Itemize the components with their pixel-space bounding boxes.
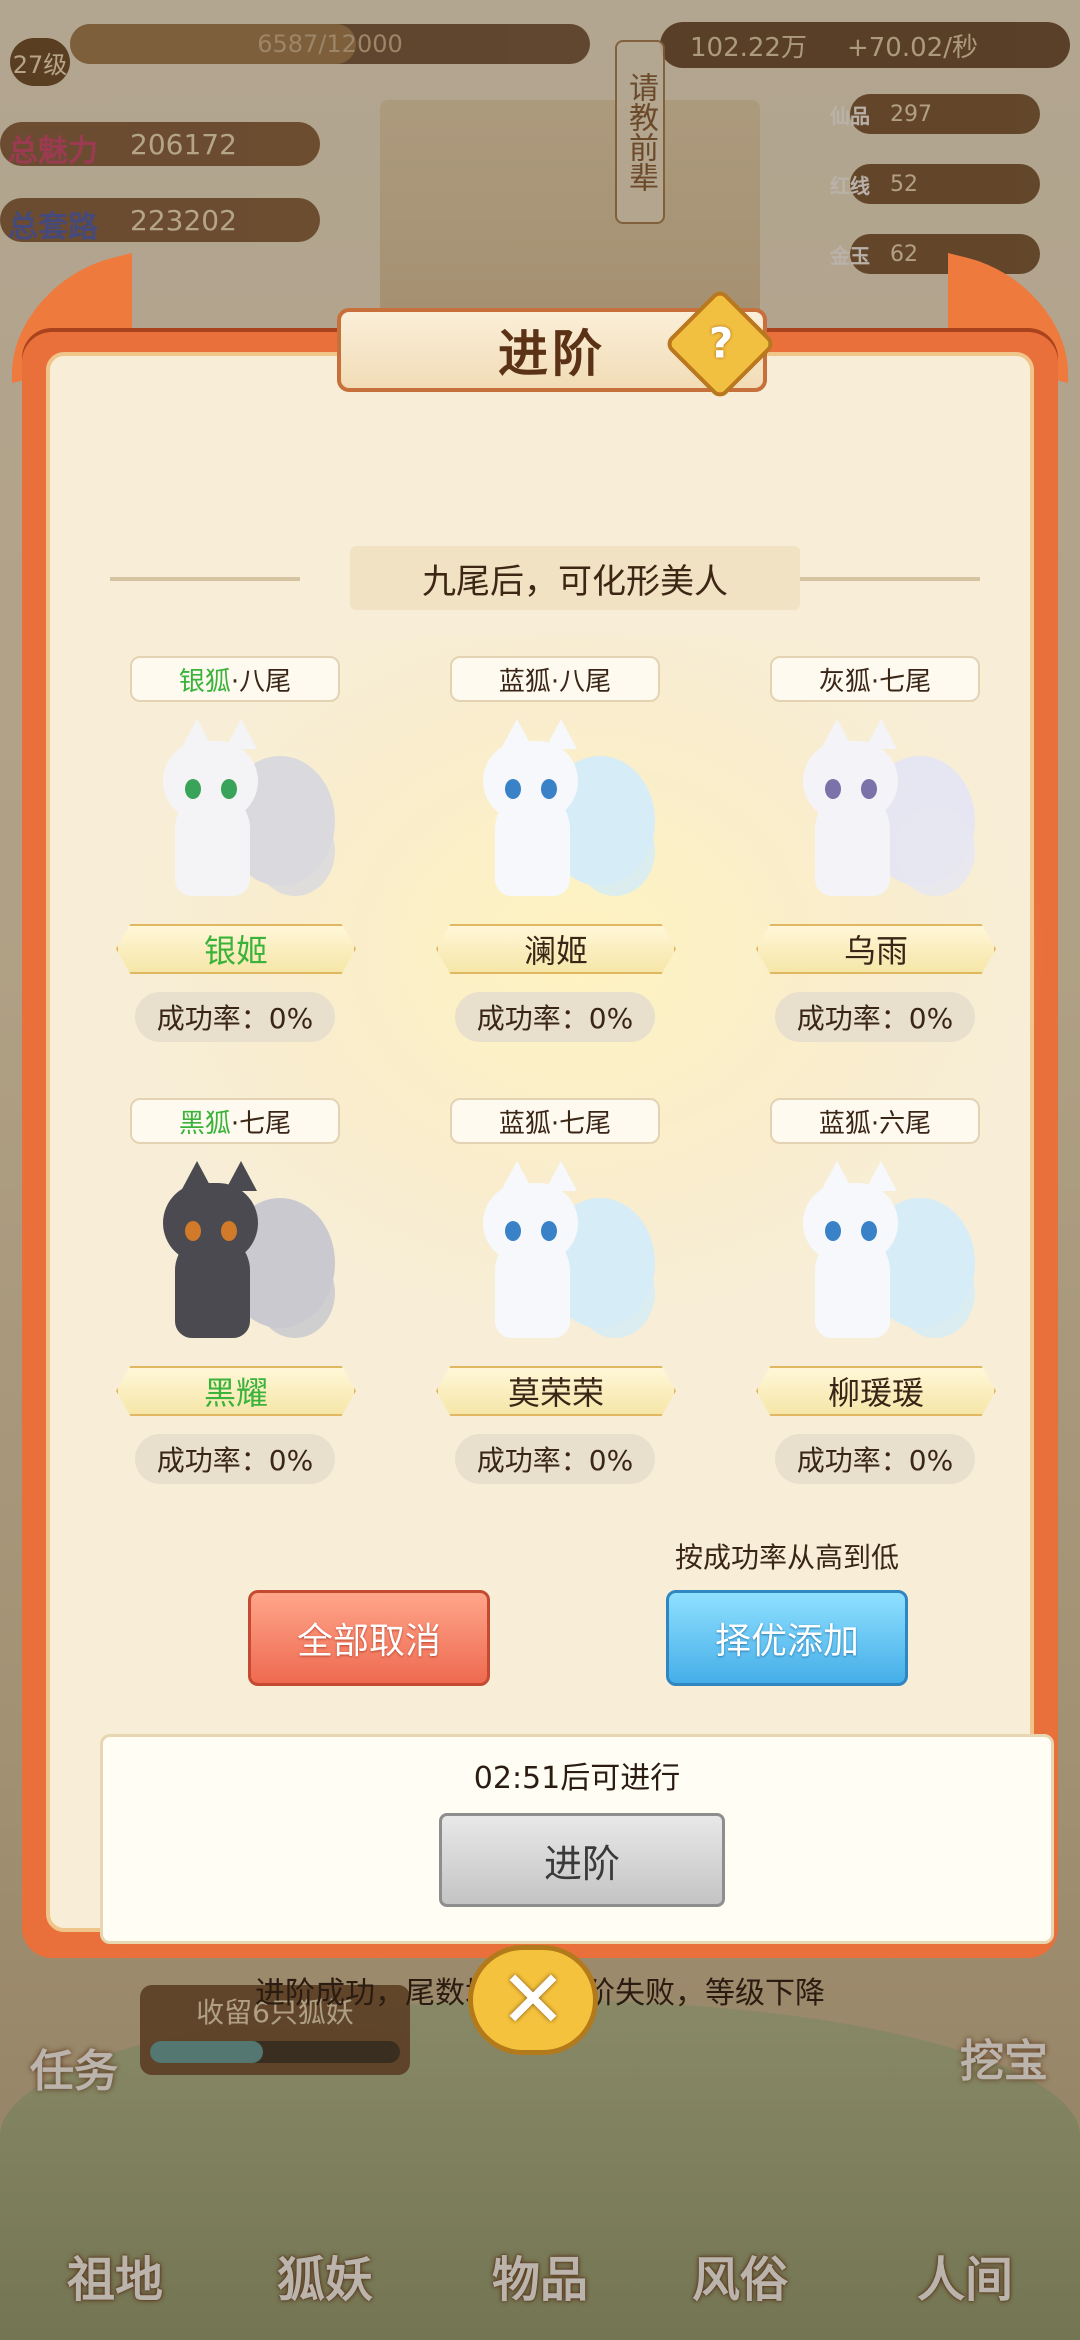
question-mark-icon: ?: [708, 318, 734, 368]
best-add-hint: 按成功率从高到低: [674, 1541, 899, 1574]
fox-card[interactable]: 蓝狐 ·六尾柳瑗瑗成功率：0%: [756, 1098, 996, 1498]
fox-ear: [545, 1161, 577, 1191]
fox-color: 黑狐: [178, 1108, 231, 1139]
fox-tail: [575, 1248, 655, 1338]
success-rate: 成功率：0%: [775, 1434, 975, 1484]
fox-color: 银狐: [178, 666, 231, 697]
fox-name: 澜姬: [436, 924, 676, 974]
success-rate: 成功率：0%: [455, 1434, 655, 1484]
fox-ear: [821, 719, 853, 749]
fox-tail: [895, 806, 975, 896]
fox-head: [163, 719, 258, 821]
fox-eye: [861, 779, 877, 799]
fox-tail: [255, 1248, 335, 1338]
fox-eye: [505, 779, 521, 799]
fox-card[interactable]: 蓝狐 ·八尾澜姬成功率：0%: [436, 656, 676, 1056]
fox-name: 莫荣荣: [436, 1366, 676, 1416]
fox-type-tag: 蓝狐 ·七尾: [450, 1098, 660, 1144]
fox-ear: [501, 719, 533, 749]
success-rate: 成功率：0%: [775, 992, 975, 1042]
fox-portrait: [145, 1161, 335, 1353]
fox-type-tag: 蓝狐 ·六尾: [770, 1098, 980, 1144]
fox-eye: [221, 1221, 237, 1241]
cancel-all-button[interactable]: 全部取消: [248, 1590, 490, 1686]
fox-name: 银姬: [116, 924, 356, 974]
fox-ear: [821, 1161, 853, 1191]
fox-head: [483, 719, 578, 821]
fox-portrait: [465, 1161, 655, 1353]
fox-ear: [181, 1161, 213, 1191]
fox-eye: [221, 779, 237, 799]
dialog-title: 进阶: [498, 324, 606, 383]
close-button[interactable]: ✕: [468, 1945, 598, 2065]
fox-tail-count: ·六尾: [870, 1108, 932, 1139]
fox-color: 蓝狐: [498, 1108, 551, 1139]
fox-eye: [541, 779, 557, 799]
fox-eye: [185, 1221, 201, 1241]
fox-head: [483, 1161, 578, 1263]
fox-ear: [225, 719, 257, 749]
fox-card[interactable]: 银狐 ·八尾银姬成功率：0%: [116, 656, 356, 1056]
fox-color: 灰狐: [818, 666, 871, 697]
fox-color: 蓝狐: [498, 666, 551, 697]
fox-type-tag: 蓝狐 ·八尾: [450, 656, 660, 702]
fox-head: [803, 719, 898, 821]
fox-name: 乌雨: [756, 924, 996, 974]
close-icon: ✕: [499, 1953, 567, 2046]
fox-eye: [185, 779, 201, 799]
fox-head: [803, 1161, 898, 1263]
fox-portrait: [785, 1161, 975, 1353]
fox-tail-count: ·七尾: [230, 1108, 292, 1139]
fox-tail-count: ·七尾: [870, 666, 932, 697]
fox-name: 柳瑗瑗: [756, 1366, 996, 1416]
fox-color: 蓝狐: [818, 1108, 871, 1139]
fox-card[interactable]: 黑狐 ·七尾黑耀成功率：0%: [116, 1098, 356, 1498]
fox-head: [163, 1161, 258, 1263]
fox-portrait: [145, 719, 335, 911]
fox-eye: [825, 1221, 841, 1241]
best-add-button[interactable]: 择优添加: [666, 1590, 908, 1686]
fox-ear: [181, 719, 213, 749]
fox-portrait: [465, 719, 655, 911]
advance-dialog: 九尾后，可化形美人 银狐 ·八尾 银姬 成功率：0% 蓝狐 ·八尾 澜姬 成功率：0% 灰狐…: [12, 253, 1068, 2011]
advance-panel: 02:51后可进行 进阶: [100, 1734, 1054, 1944]
fox-tail-count: ·八尾: [230, 666, 292, 697]
fox-ear: [865, 719, 897, 749]
fox-tail-count: ·八尾: [550, 666, 612, 697]
fox-card[interactable]: 蓝狐 ·七尾莫荣荣成功率：0%: [436, 1098, 676, 1498]
fox-eye: [505, 1221, 521, 1241]
divider-right: [790, 577, 980, 581]
fox-name: 黑耀: [116, 1366, 356, 1416]
cooldown-timer: 02:51后可进行: [473, 1761, 681, 1796]
advance-button[interactable]: 进阶: [439, 1813, 725, 1907]
success-rate: 成功率：0%: [135, 992, 335, 1042]
fox-type-tag: 银狐 ·八尾: [130, 656, 340, 702]
dialog-subtitle: 九尾后，可化形美人: [350, 546, 800, 610]
fox-eye: [541, 1221, 557, 1241]
fox-tail-count: ·七尾: [550, 1108, 612, 1139]
fox-ear: [545, 719, 577, 749]
fox-eye: [825, 779, 841, 799]
fox-eye: [861, 1221, 877, 1241]
divider-left: [110, 577, 300, 581]
fox-card[interactable]: 灰狐 ·七尾乌雨成功率：0%: [756, 656, 996, 1056]
fox-type-tag: 黑狐 ·七尾: [130, 1098, 340, 1144]
fox-tail: [255, 806, 335, 896]
fox-tail: [575, 806, 655, 896]
fox-type-tag: 灰狐 ·七尾: [770, 656, 980, 702]
fox-tail: [895, 1248, 975, 1338]
fox-portrait: [785, 719, 975, 911]
fox-ear: [865, 1161, 897, 1191]
fox-ear: [225, 1161, 257, 1191]
success-rate: 成功率：0%: [135, 1434, 335, 1484]
fox-ear: [501, 1161, 533, 1191]
dialog-body: 九尾后，可化形美人 银狐 ·八尾 银姬 成功率：0% 蓝狐 ·八尾 澜姬 成功率：0% 灰狐…: [46, 352, 1054, 2011]
success-rate: 成功率：0%: [455, 992, 655, 1042]
